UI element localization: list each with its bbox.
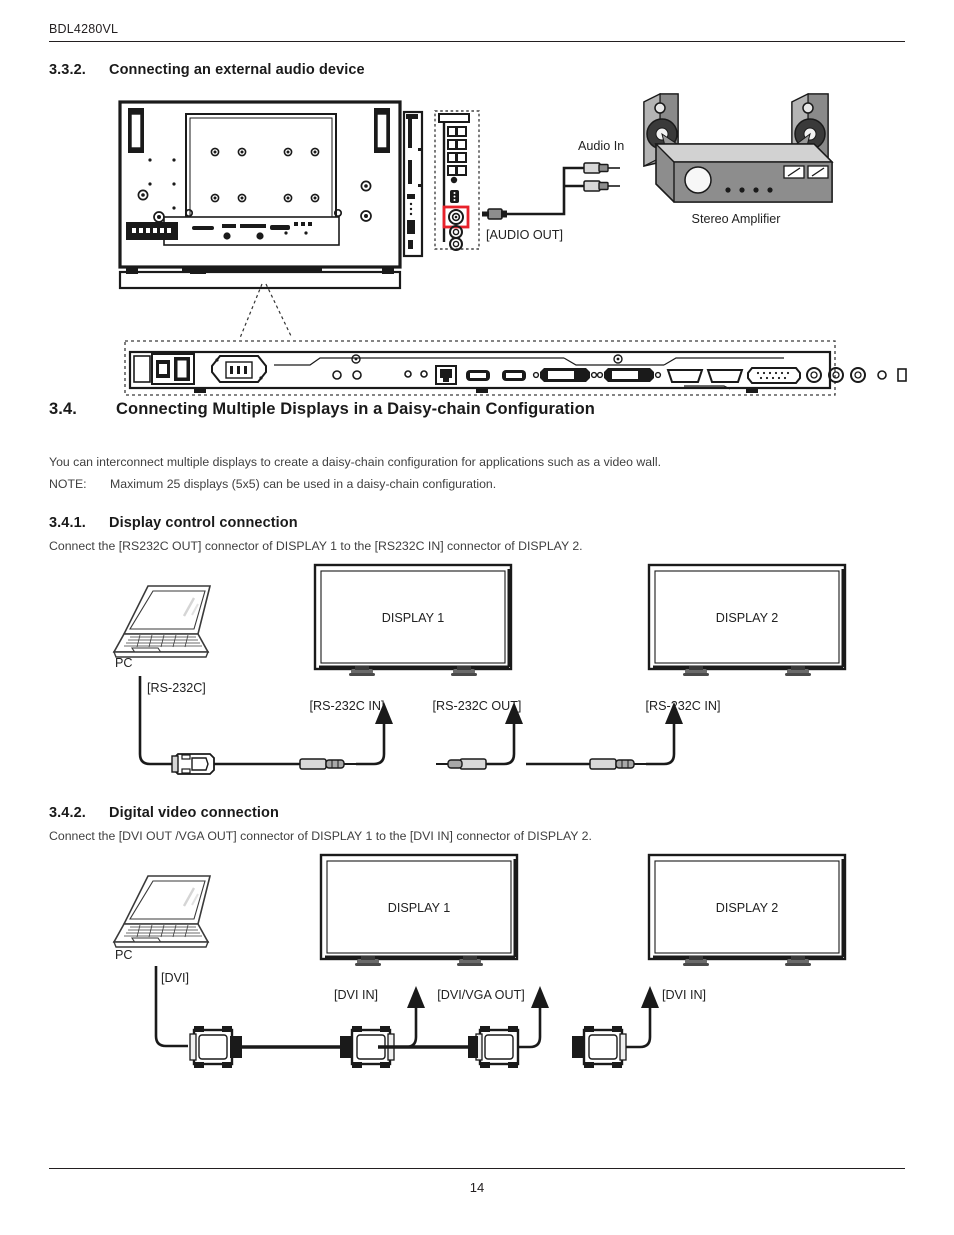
section-3-4-title: Connecting Multiple Displays in a Daisy-… [116, 400, 595, 418]
page-header-model: BDL4280VL [49, 22, 119, 36]
section-3-3-2-number: 3.3.2. [49, 62, 86, 78]
display-2-label-dvi: DISPLAY 2 [715, 901, 779, 915]
section-3-4-1-body: Connect the [RS232C OUT] connector of DI… [49, 539, 583, 553]
display-2-label-rs232: DISPLAY 2 [715, 611, 779, 625]
io-panel-illustration [124, 340, 907, 398]
dvi-connector-1 [189, 1026, 242, 1068]
pc-label-dvi: PC [115, 948, 133, 962]
audio-out-connector-closeup [434, 110, 482, 251]
section-3-4-1-title: Display control connection [109, 515, 298, 531]
section-3-4-1-heading: 3.4.1. Display control connection [49, 515, 298, 531]
section-3-3-2-heading: 3.3.2. Connecting an external audio devic… [49, 62, 365, 78]
display-side-view-illustration [398, 108, 430, 260]
section-3-4-body: You can interconnect multiple displays t… [49, 455, 662, 469]
stereo-amplifier-illustration [636, 88, 836, 216]
section-3-4-note-label: NOTE: [49, 477, 87, 491]
callout-leader-lines [232, 282, 302, 342]
section-3-4-2-number: 3.4.2. [49, 805, 86, 821]
section-3-4-heading: 3.4. Connecting Multiple Displays in a Da… [49, 400, 595, 419]
audio-in-label: Audio In [578, 139, 625, 153]
footer-divider [49, 1168, 905, 1169]
dvi-connector-3 [468, 1026, 520, 1068]
section-3-4-number: 3.4. [49, 400, 77, 418]
section-3-4-2-body: Connect the [DVI OUT /VGA OUT] connector… [49, 829, 592, 843]
section-3-4-2-title: Digital video connection [109, 805, 279, 821]
pc-laptop-illustration-rs232 [110, 582, 222, 662]
section-3-3-2-title: Connecting an external audio device [109, 62, 365, 78]
pc-label-rs232: PC [115, 656, 133, 670]
minijack-connector-3 [589, 758, 646, 770]
display-1-label-dvi: DISPLAY 1 [387, 901, 451, 915]
amplifier-body [654, 143, 834, 203]
dsub-connector [171, 753, 215, 775]
rca-audio-cable [480, 140, 640, 230]
display-1-label-rs232: DISPLAY 1 [381, 611, 445, 625]
section-3-4-note-text: Maximum 25 displays (5x5) can be used in… [110, 477, 497, 491]
manual-page: BDL4280VL 3.3.2. Connecting an external a… [0, 0, 954, 1235]
rs232-cable-routing [130, 672, 710, 787]
page-number: 14 [469, 1180, 485, 1195]
stereo-amplifier-label: Stereo Amplifier [691, 212, 781, 226]
section-3-4-1-number: 3.4.1. [49, 515, 86, 531]
header-divider [49, 41, 905, 42]
minijack-connector-1 [299, 758, 356, 770]
audio-out-label: [AUDIO OUT] [486, 228, 563, 242]
display-rear-view-illustration [118, 100, 418, 290]
pc-laptop-illustration-dvi [110, 872, 222, 952]
dvi-connector-4 [572, 1026, 627, 1068]
section-3-4-2-heading: 3.4.2. Digital video connection [49, 805, 279, 821]
dvi-cable-routing [144, 962, 714, 1082]
